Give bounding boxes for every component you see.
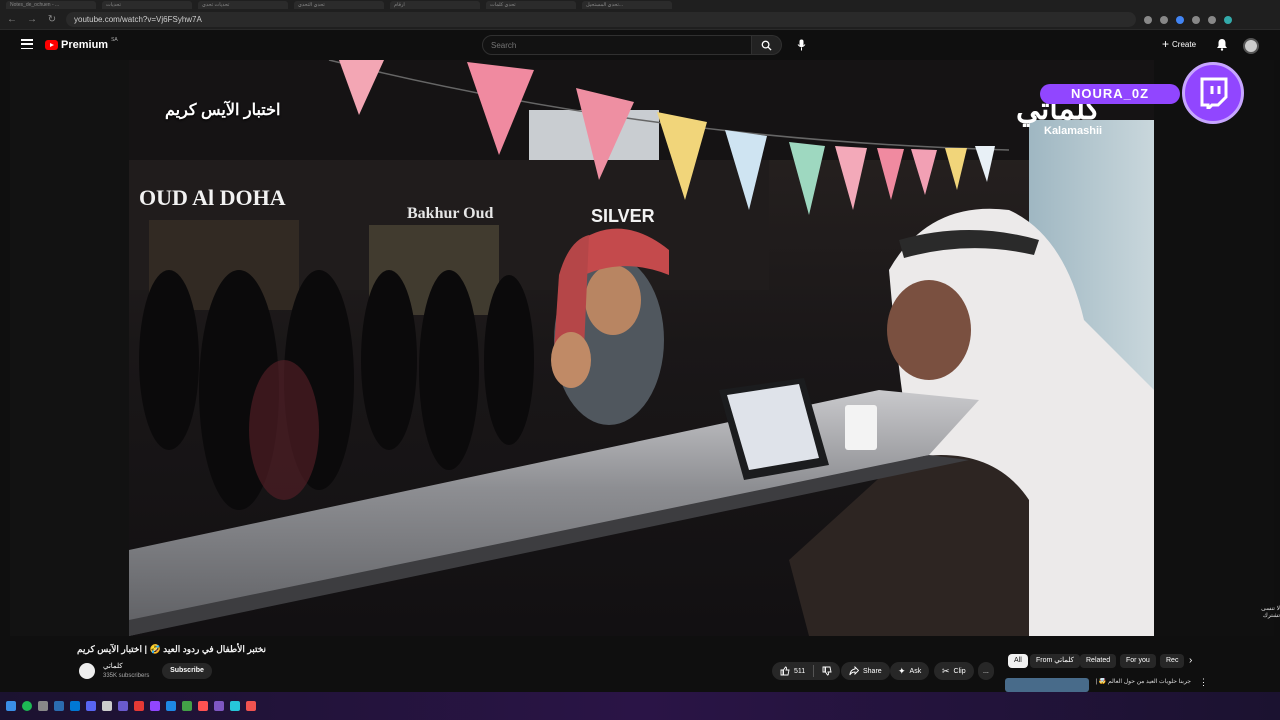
channel-avatar[interactable] — [79, 663, 95, 679]
taskbar-app-icon[interactable] — [86, 701, 96, 711]
share-label: Share — [863, 667, 882, 675]
hamburger-menu-icon[interactable] — [21, 39, 33, 49]
share-icon — [849, 666, 859, 676]
taskbar-app-icon[interactable] — [118, 701, 128, 711]
youtube-logo[interactable]: Premium SA — [45, 37, 118, 51]
plus-icon: + — [1162, 37, 1170, 51]
taskbar-app-icon[interactable] — [102, 701, 112, 711]
corner-subscribe-reminder: لا تنسى تشترك — [1261, 606, 1280, 619]
recommendation-title[interactable]: جربنا حلويات العيد من حول العالم 🤯 | — [1096, 678, 1191, 685]
more-actions-button[interactable]: ... — [978, 662, 994, 680]
search-button[interactable] — [752, 35, 782, 55]
extension-icon[interactable] — [1192, 15, 1200, 24]
channel-watermark-english: Kalamashii — [1044, 125, 1103, 137]
brand-label: Premium — [61, 39, 109, 51]
reload-icon[interactable]: ↻ — [44, 12, 60, 28]
subscriber-count: 335K subscribers — [103, 673, 150, 679]
search-box — [482, 35, 782, 55]
browser-address-row: ← → ↻ youtube.com/watch?v=Vj6FSyhw7A — [0, 10, 1280, 30]
create-button[interactable]: + Create — [1162, 37, 1197, 51]
clip-label: Clip — [953, 667, 966, 675]
svg-text:Bakhur Oud: Bakhur Oud — [407, 205, 494, 222]
url-text: youtube.com/watch?v=Vj6FSyhw7A — [74, 15, 202, 24]
spotify-icon[interactable] — [22, 701, 32, 711]
clip-button[interactable]: ✂ Clip — [934, 662, 974, 680]
video-frame-scene: OUD Al DOHA Bakhur Oud SILVER — [129, 60, 1154, 636]
recommendation-thumbnail[interactable] — [1005, 678, 1089, 692]
svg-text:OUD Al DOHA: OUD Al DOHA — [139, 185, 286, 210]
taskbar-app-icon[interactable] — [182, 701, 192, 711]
taskbar-app-icon[interactable] — [214, 701, 224, 711]
account-avatar[interactable] — [1243, 38, 1259, 54]
browser-tab[interactable]: تحدي كلمات — [486, 1, 576, 9]
right-backdrop — [1154, 60, 1274, 636]
more-label: ... — [983, 667, 989, 675]
like-count: 511 — [794, 667, 806, 675]
search-icon — [761, 40, 772, 51]
browser-tab[interactable]: تحديات تحدي — [198, 1, 288, 9]
taskbar-app-icon[interactable] — [134, 701, 144, 711]
back-icon[interactable]: ← — [4, 12, 20, 28]
taskbar-app-icon[interactable] — [230, 701, 240, 711]
svg-text:SILVER: SILVER — [591, 206, 655, 226]
chip-related[interactable]: Related — [1080, 654, 1117, 668]
video-player[interactable]: OUD Al DOHA Bakhur Oud SILVER اختبار الآ… — [129, 60, 1154, 636]
create-label: Create — [1172, 39, 1197, 49]
channel-name[interactable]: كلماتي — [103, 662, 123, 670]
streamer-handle-badge: NOURA_0Z — [1040, 84, 1180, 104]
chip-recent[interactable]: Rec — [1160, 654, 1184, 668]
thumbs-down-icon[interactable] — [822, 666, 832, 676]
twitch-logo-icon — [1182, 62, 1244, 124]
address-bar[interactable]: youtube.com/watch?v=Vj6FSyhw7A — [66, 12, 1136, 27]
region-code: SA — [111, 37, 118, 43]
os-taskbar — [0, 692, 1280, 720]
notifications-bell-icon[interactable] — [1216, 38, 1228, 51]
browser-tab[interactable]: تحدي التحدي — [294, 1, 384, 9]
taskbar-app-icon[interactable] — [166, 701, 176, 711]
thumbs-up-icon — [780, 666, 790, 676]
extension-icon[interactable] — [1144, 15, 1152, 24]
sparkle-icon: ✦ — [898, 665, 906, 676]
chip-all[interactable]: All — [1008, 654, 1028, 668]
taskbar-app-icon[interactable] — [150, 701, 160, 711]
extension-icon[interactable] — [1160, 15, 1168, 24]
profile-icon[interactable] — [1224, 15, 1232, 24]
video-title: نختبر الأطفال في ردود العيد 🤣 | اختبار ا… — [77, 644, 267, 654]
microphone-icon — [797, 39, 805, 51]
left-backdrop — [10, 60, 129, 636]
video-caption: اختبار الآيس كريم — [165, 102, 281, 119]
ask-button[interactable]: ✦ Ask — [890, 662, 930, 680]
youtube-play-icon — [45, 40, 58, 50]
forward-icon[interactable]: → — [24, 12, 40, 28]
like-button[interactable]: 511 — [772, 662, 841, 680]
ask-label: Ask — [909, 667, 922, 675]
voice-search-button[interactable] — [794, 38, 808, 52]
share-button[interactable]: Share — [841, 662, 890, 680]
browser-tab[interactable]: تحديات — [102, 1, 192, 9]
subscribe-button[interactable]: Subscribe — [162, 663, 212, 679]
kebab-menu-icon[interactable]: ⋮ — [1199, 677, 1208, 688]
like-divider — [813, 665, 815, 677]
chip-for-you[interactable]: For you — [1120, 654, 1156, 668]
taskbar-app-icon[interactable] — [246, 701, 256, 711]
video-details: نختبر الأطفال في ردود العيد 🤣 | اختبار ا… — [0, 636, 1280, 692]
taskbar-app-icon[interactable] — [54, 701, 64, 711]
taskbar-app-icon[interactable] — [198, 701, 208, 711]
youtube-header: Premium SA + Create — [0, 30, 1280, 60]
browser-tab[interactable]: Notes_de_ochuen - ... — [6, 1, 96, 9]
browser-tab[interactable]: ارقام — [390, 1, 480, 9]
browser-tab-strip: Notes_de_ochuen - ... تحديات تحديات تحدي… — [0, 0, 1280, 10]
taskbar-app-icon[interactable] — [38, 701, 48, 711]
chip-from-channel[interactable]: From كلماتي — [1030, 654, 1080, 668]
search-input[interactable] — [482, 35, 752, 55]
browser-tab[interactable]: تحدي المستحيل... — [582, 1, 672, 9]
extension-icons — [1144, 15, 1232, 24]
scissors-icon: ✂ — [942, 665, 950, 676]
start-icon[interactable] — [6, 701, 16, 711]
chevron-right-icon[interactable]: › — [1189, 655, 1192, 666]
extension-icon[interactable] — [1176, 15, 1184, 24]
taskbar-app-icon[interactable] — [70, 701, 80, 711]
extension-icon[interactable] — [1208, 15, 1216, 24]
